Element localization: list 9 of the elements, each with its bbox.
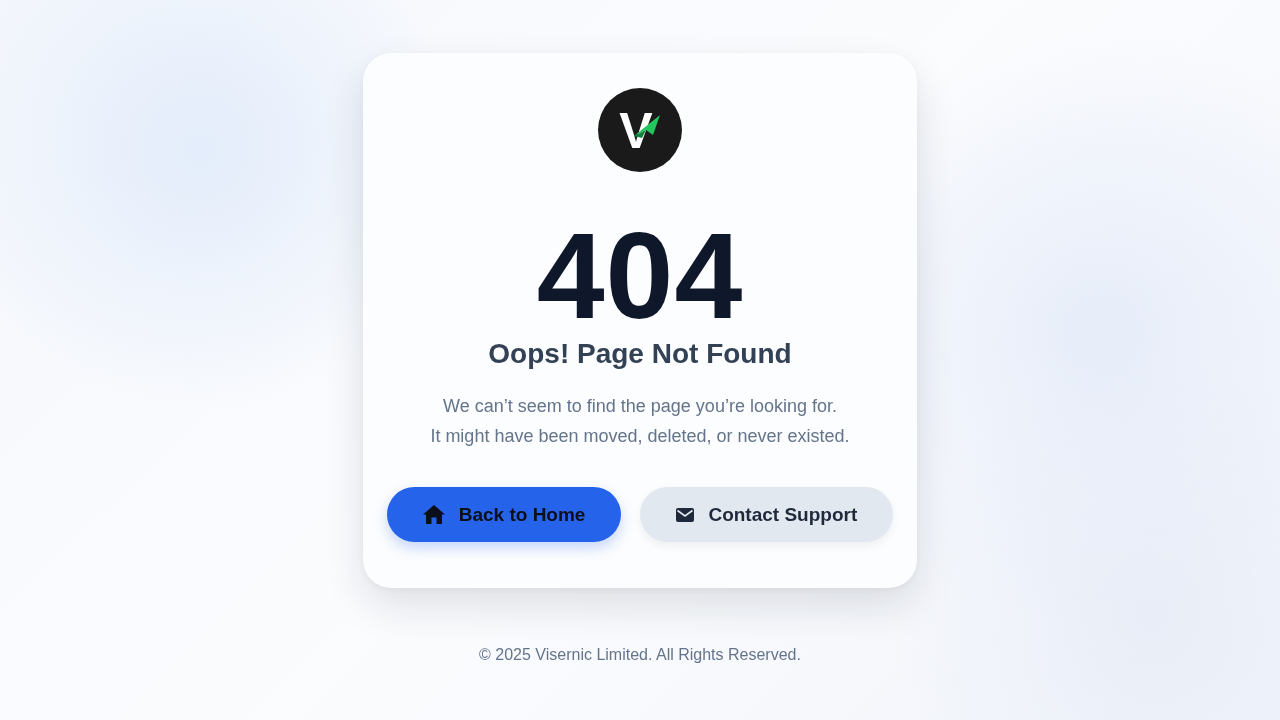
error-title: Oops! Page Not Found — [488, 337, 792, 371]
back-home-button[interactable]: Back to Home — [386, 487, 622, 542]
home-icon — [422, 505, 445, 524]
contact-support-button[interactable]: Contact Support — [640, 487, 894, 542]
message-text: We can’t seem to find the page you’re looking for. — [443, 395, 837, 418]
message-text: It might have been moved, deleted, or never existed. — [430, 425, 850, 448]
error-code: 404 — [536, 215, 744, 337]
copyright-text: © 2025 Visernic Limited. All Rights Reserved. — [479, 645, 801, 665]
mail-icon — [676, 507, 695, 522]
